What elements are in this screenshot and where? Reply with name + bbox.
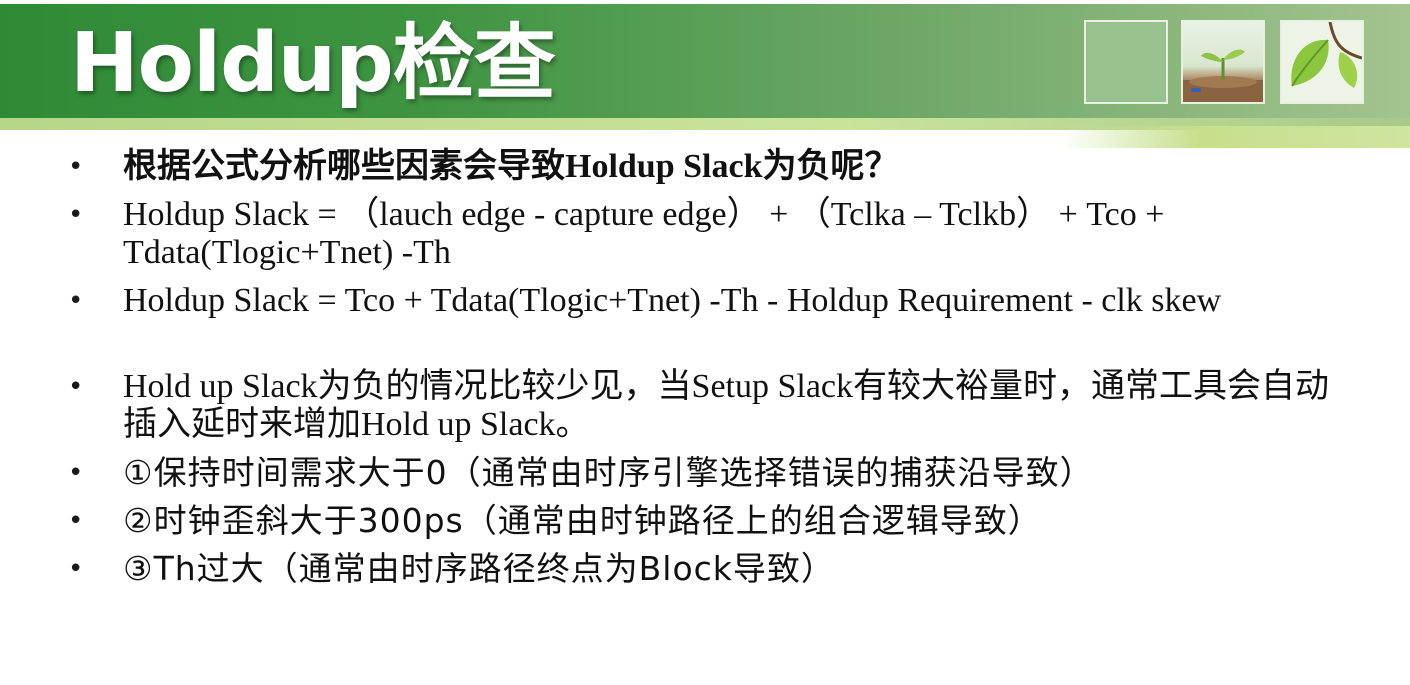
bullet-text: ①保持时间需求大于0（通常由时序引擎选择错误的捕获沿导致）: [123, 453, 1094, 492]
decor-green-square: [1084, 20, 1168, 104]
bullet-dot: •: [68, 200, 84, 230]
bullet-dot: •: [68, 506, 84, 536]
bullet-text: 根据公式分析哪些因素会导致Holdup Slack为负呢？: [123, 148, 899, 185]
bullet-text: ②时钟歪斜大于300ps（通常由时钟路径上的组合逻辑导致）: [123, 501, 1042, 540]
bullet-dot: •: [68, 286, 84, 316]
slide-body: • 根据公式分析哪些因素会导致Holdup Slack为负呢？ • Holdup…: [0, 140, 1410, 685]
bullet-dot: •: [68, 458, 84, 488]
bullet-text: Holdup Slack = Tco + Tdata(Tlogic+Tnet) …: [123, 282, 1222, 319]
sprout-icon: [1183, 49, 1263, 102]
bullet-text: Hold up Slack为负的情况比较少见，当Setup Slack有较大裕量…: [123, 368, 1330, 443]
bullet-dot: •: [68, 152, 84, 182]
leaf-image: [1280, 20, 1364, 104]
bullet-dot: •: [68, 372, 84, 402]
slide-header: Holdup检查: [0, 0, 1410, 150]
bullet-dot: •: [68, 554, 84, 584]
bullet-text: Holdup Slack = （lauch edge - capture edg…: [123, 196, 1165, 271]
leaf-icon: [1291, 22, 1362, 88]
bullet-text: ③Th过大（通常由时序路径终点为Block导致）: [123, 549, 835, 588]
sprout-image: [1181, 20, 1265, 104]
slide-title: Holdup检查: [70, 16, 556, 111]
